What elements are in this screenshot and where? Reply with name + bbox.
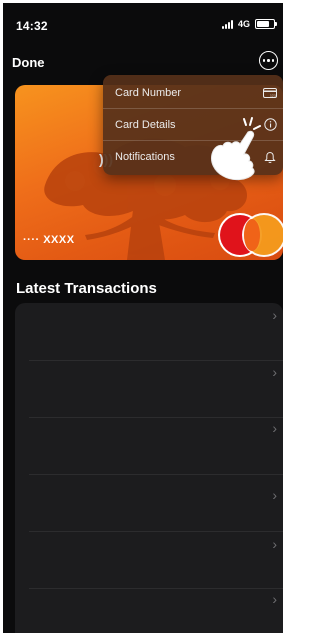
chevron-right-icon: › <box>272 420 277 436</box>
card-icon: 123 <box>263 86 277 100</box>
network-label: 4G <box>237 19 250 29</box>
list-item[interactable]: › <box>15 361 283 418</box>
menu-item-card-number[interactable]: Card Number 123 <box>103 77 283 109</box>
status-time: 14:32 <box>16 19 48 33</box>
list-item[interactable]: › <box>15 303 283 361</box>
section-title: Latest Transactions <box>16 280 157 297</box>
card-number-masked: ···· XXXX <box>23 234 75 246</box>
status-indicators: 4G <box>221 19 277 29</box>
menu-item-label: Card Details <box>115 118 176 131</box>
list-item[interactable]: › <box>15 418 283 475</box>
chevron-right-icon: › <box>272 536 277 552</box>
phone-screen: 14:32 4G Done ))) ···· XXXX <box>3 3 283 633</box>
chevron-right-icon: › <box>272 487 277 503</box>
menu-item-label: Notifications <box>115 151 175 163</box>
hand-pointer-icon <box>211 117 261 181</box>
battery-icon <box>255 19 277 29</box>
chevron-right-icon: › <box>272 591 277 607</box>
mastercard-logo-icon <box>220 215 283 257</box>
signal-icon <box>221 19 233 29</box>
more-options-icon[interactable] <box>259 51 278 70</box>
bell-icon <box>263 150 277 164</box>
chevron-right-icon: › <box>272 364 277 380</box>
info-icon <box>263 118 277 132</box>
list-item[interactable]: › <box>15 532 283 589</box>
svg-text:123: 123 <box>270 93 276 97</box>
transactions-list: › › › › › › <box>15 303 283 633</box>
done-button[interactable]: Done <box>12 55 45 70</box>
list-item[interactable]: › <box>15 475 283 532</box>
chevron-right-icon: › <box>272 307 277 323</box>
menu-item-label: Card Number <box>115 86 182 99</box>
list-item[interactable]: › <box>15 589 283 633</box>
